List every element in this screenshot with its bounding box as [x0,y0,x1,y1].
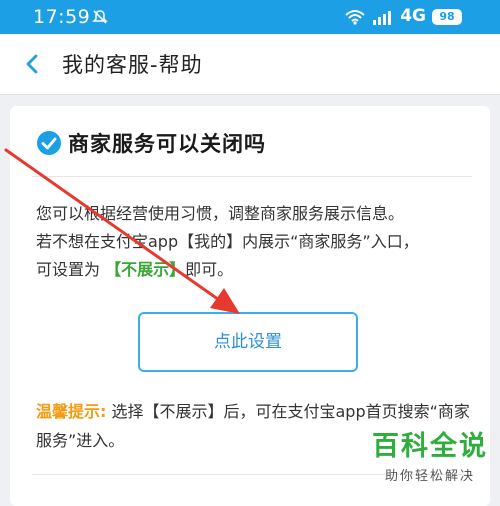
answer-line-post: 即可。 [185,260,234,279]
back-button[interactable] [18,49,48,79]
page-title: 我的客服-帮助 [62,53,203,77]
tip-label: 温馨提示: [36,402,107,421]
check-circle-icon [37,131,61,155]
answer-text: 您可以根据经营使用习惯，调整商家服务展示信息。 若不想在支付宝app【我的】内展… [36,200,481,284]
answer-line: 可设置为 【不展示】即可。 [36,256,481,284]
signal-icon [373,11,392,25]
status-indicators: 4G 98 [344,6,462,27]
status-time: 17:59 [33,6,91,28]
nav-header: 我的客服-帮助 [0,34,500,95]
watermark-logo: 百科全说 [372,431,488,462]
answer-line: 您可以根据经营使用习惯，调整商家服务展示信息。 [36,204,405,223]
question-title: 商家服务可以关闭吗 [68,132,266,156]
divider [32,176,472,177]
answer-line-pre: 可设置为 [36,260,106,279]
status-bar: 17:59 4G 98 [0,0,500,34]
chevron-left-icon [26,54,38,74]
mute-icon [92,10,108,24]
wifi-icon [345,10,365,25]
answer-highlight: 【不展示】 [105,260,186,279]
network-type: 4G [400,6,426,26]
answer-line: 若不想在支付宝app【我的】内展示“商家服务”入口， [36,232,419,251]
watermark: 百科全说 助你轻松解决 [372,424,488,484]
battery-icon: 98 [432,9,462,25]
settings-button[interactable]: 点此设置 [138,312,358,372]
watermark-subtitle: 助你轻松解决 [384,469,475,484]
